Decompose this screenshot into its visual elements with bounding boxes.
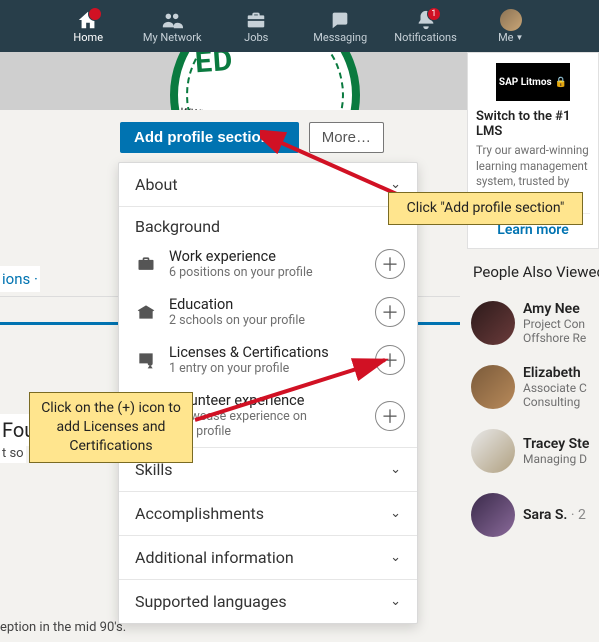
messaging-icon bbox=[329, 9, 351, 31]
dropdown-item-licenses[interactable]: Licenses & Certifications 1 entry on you… bbox=[119, 336, 417, 384]
pav-person[interactable]: Sara S. · 2 bbox=[467, 487, 599, 543]
pav-name: Amy Nee bbox=[523, 301, 586, 317]
dropdown-about[interactable]: About ⌄ bbox=[119, 163, 417, 207]
chevron-down-icon: ⌄ bbox=[390, 462, 401, 477]
people-also-viewed-heading: People Also Viewed bbox=[473, 263, 599, 281]
school-icon bbox=[135, 301, 157, 323]
nav-notifications-label: Notifications bbox=[394, 31, 457, 44]
chevron-down-icon: ⌄ bbox=[390, 594, 401, 609]
avatar-icon bbox=[471, 301, 515, 345]
pav-person[interactable]: Elizabeth Associate CConsulting bbox=[467, 359, 599, 415]
dropdown-skills-label: Skills bbox=[135, 460, 173, 479]
pav-subtitle: Managing D bbox=[523, 452, 589, 466]
briefcase-icon bbox=[135, 253, 157, 275]
dropdown-item-title: Licenses & Certifications bbox=[169, 344, 363, 361]
dropdown-item-title: Work experience bbox=[169, 248, 363, 265]
add-work-button[interactable]: ＋ bbox=[375, 249, 405, 279]
avatar-icon bbox=[471, 365, 515, 409]
add-education-button[interactable]: ＋ bbox=[375, 297, 405, 327]
add-volunteer-button[interactable]: ＋ bbox=[375, 401, 405, 431]
dropdown-item-title: Volunteer experience bbox=[169, 392, 363, 409]
dropdown-item-subtitle: 6 positions on your profile bbox=[169, 265, 363, 280]
avatar-icon bbox=[500, 9, 522, 31]
dropdown-accomplishments-label: Accomplishments bbox=[135, 504, 264, 523]
nav-network[interactable]: My Network bbox=[142, 9, 202, 44]
add-licenses-button[interactable]: ＋ bbox=[375, 345, 405, 375]
dropdown-languages[interactable]: Supported languages ⌄ bbox=[119, 579, 417, 623]
text-fragment: eption in the mid 90's. bbox=[0, 620, 126, 635]
ad-title: Switch to the #1 LMS bbox=[476, 109, 590, 139]
dropdown-about-label: About bbox=[135, 175, 178, 194]
chevron-down-icon: ⌄ bbox=[390, 506, 401, 521]
chevron-down-icon: ⌄ bbox=[390, 550, 401, 565]
pav-subtitle: Associate CConsulting bbox=[523, 381, 587, 409]
annotation-callout: Click on the (+) icon to add Licenses an… bbox=[29, 392, 193, 463]
more-button[interactable]: More… bbox=[309, 122, 384, 153]
avatar-icon bbox=[471, 429, 515, 473]
nav-me[interactable]: Me ▼ bbox=[481, 9, 541, 44]
dropdown-background-header: Background bbox=[119, 207, 417, 240]
briefcase-icon bbox=[245, 9, 267, 31]
link-fragment[interactable]: ions · bbox=[0, 266, 40, 292]
dropdown-additional[interactable]: Additional information ⌄ bbox=[119, 535, 417, 579]
pav-name: Sara S. · 2 bbox=[523, 507, 586, 523]
nav-messaging-label: Messaging bbox=[313, 31, 367, 44]
notifications-badge: 1 bbox=[427, 7, 441, 21]
dropdown-additional-label: Additional information bbox=[135, 548, 294, 567]
lock-icon: 🔒 bbox=[555, 77, 567, 88]
nav-jobs-label: Jobs bbox=[244, 31, 268, 44]
pav-name: Elizabeth bbox=[523, 365, 587, 381]
avatar-icon bbox=[471, 493, 515, 537]
dropdown-item-subtitle: Showcase experience onyour profile bbox=[169, 409, 363, 439]
certificate-icon bbox=[135, 349, 157, 371]
ad-logo: SAP Litmos🔒 bbox=[496, 63, 570, 101]
dropdown-languages-label: Supported languages bbox=[135, 592, 287, 611]
text-fragment: t so bbox=[0, 444, 26, 463]
nav-me-label: Me bbox=[498, 31, 513, 44]
pav-person[interactable]: Tracey Ste Managing D bbox=[467, 423, 599, 479]
nav-home-label: Home bbox=[73, 31, 103, 44]
annotation-callout: Click "Add profile section" bbox=[388, 192, 583, 225]
caret-down-icon: ▼ bbox=[276, 133, 285, 143]
pav-person[interactable]: Amy Nee Project ConOffshore Re bbox=[467, 295, 599, 351]
pav-name: Tracey Ste bbox=[523, 436, 589, 452]
add-profile-section-label: Add profile section bbox=[134, 129, 270, 146]
dropdown-item-subtitle: 2 schools on your profile bbox=[169, 313, 363, 328]
navbar: Home My Network Jobs Messaging 1 Notific… bbox=[0, 0, 599, 52]
dropdown-item-work[interactable]: Work experience 6 positions on your prof… bbox=[119, 240, 417, 288]
nav-notifications[interactable]: 1 Notifications bbox=[394, 9, 457, 44]
home-badge-icon bbox=[88, 7, 102, 21]
nav-home[interactable]: Home bbox=[58, 9, 118, 44]
dropdown-item-title: Education bbox=[169, 296, 363, 313]
chevron-down-icon: ⌄ bbox=[390, 177, 401, 192]
badge-text: ED bbox=[194, 52, 235, 80]
nav-network-label: My Network bbox=[143, 31, 202, 44]
nav-messaging[interactable]: Messaging bbox=[310, 9, 370, 44]
dropdown-item-subtitle: 1 entry on your profile bbox=[169, 361, 363, 376]
nav-jobs[interactable]: Jobs bbox=[226, 9, 286, 44]
caret-down-icon: ▼ bbox=[516, 33, 524, 42]
people-icon bbox=[161, 9, 183, 31]
dropdown-accomplishments[interactable]: Accomplishments ⌄ bbox=[119, 491, 417, 535]
right-rail: SAP Litmos🔒 Switch to the #1 LMS Try our… bbox=[467, 52, 599, 543]
add-profile-section-button[interactable]: Add profile section ▼ bbox=[120, 122, 299, 153]
dropdown-item-education[interactable]: Education 2 schools on your profile ＋ bbox=[119, 288, 417, 336]
pav-subtitle: Project ConOffshore Re bbox=[523, 317, 586, 345]
